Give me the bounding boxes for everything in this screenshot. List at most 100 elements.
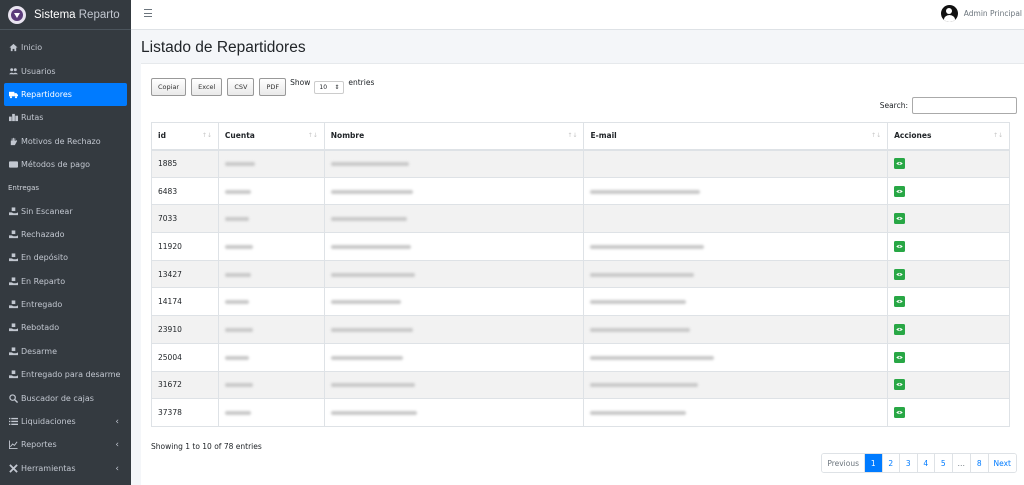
sidebar-item-métodos-de-pago[interactable]: Métodos de pago xyxy=(0,153,131,176)
box-hand-icon xyxy=(8,370,18,379)
sort-icon: ↑↓ xyxy=(871,132,882,139)
sidebar-item-rutas[interactable]: Rutas xyxy=(0,106,131,129)
redacted-text xyxy=(224,189,251,194)
pagination-page[interactable]: 1 xyxy=(864,454,882,472)
cell-acciones xyxy=(887,259,1010,289)
entries-select-value: 10 xyxy=(319,83,328,91)
sidebar-item-en-reparto[interactable]: En Reparto xyxy=(0,270,131,293)
home-icon xyxy=(8,43,18,52)
pagination-page[interactable]: 5 xyxy=(934,454,952,472)
search-input[interactable] xyxy=(912,97,1017,114)
pagination-page[interactable]: 3 xyxy=(899,454,917,472)
table-row: 13427 xyxy=(151,259,1010,289)
sidebar-item-repartidores[interactable]: Repartidores xyxy=(4,82,127,107)
view-button[interactable] xyxy=(894,185,906,197)
sidebar: Sistema Reparto Inicio Usuarios Repartidor… xyxy=(0,0,131,485)
view-button[interactable] xyxy=(894,240,906,252)
table-row: 7033 xyxy=(151,204,1010,234)
sidebar-item-herramientas[interactable]: Herramientas ‹ xyxy=(0,457,131,480)
eye-icon xyxy=(896,355,903,359)
box-hand-icon xyxy=(8,323,18,332)
list-icon xyxy=(8,417,18,426)
page-title: Listado de Repartidores xyxy=(141,39,306,56)
cell-acciones xyxy=(887,204,1010,234)
cell-nombre xyxy=(323,315,585,344)
sidebar-item-rebotado[interactable]: Rebotado xyxy=(0,316,131,339)
view-button[interactable] xyxy=(894,379,906,391)
view-button[interactable] xyxy=(894,158,906,170)
sidebar-item-motivos-de-rechazo[interactable]: Motivos de Rechazo xyxy=(0,130,131,153)
entries-select[interactable]: 10 ⇕ xyxy=(314,80,345,94)
chevron-left-icon: ‹ xyxy=(115,463,119,474)
view-button[interactable] xyxy=(894,407,906,419)
sidebar-item-buscador-de-cajas[interactable]: Buscador de cajas xyxy=(0,386,131,409)
cell-cuenta xyxy=(217,398,325,427)
excel-button[interactable]: Excel xyxy=(191,78,223,96)
pagination-page[interactable]: 8 xyxy=(970,454,988,472)
eye-icon xyxy=(896,300,903,304)
view-button[interactable] xyxy=(894,323,906,335)
sidebar-item-entregado-para-desarme[interactable]: Entregado para desarme xyxy=(0,363,131,386)
column-header-id[interactable]: id ↑↓ xyxy=(151,122,219,151)
sidebar-item-inicio[interactable]: Inicio xyxy=(0,36,131,59)
sidebar-item-usuarios[interactable]: Usuarios xyxy=(0,59,131,82)
box-hand-icon xyxy=(8,277,18,286)
cell-id: 31672 xyxy=(151,370,219,400)
pagination-next[interactable]: Next xyxy=(987,454,1016,472)
cell-cuenta xyxy=(217,342,325,372)
eye-icon xyxy=(896,383,903,387)
pagination-page[interactable]: 2 xyxy=(881,454,900,472)
csv-button[interactable]: CSV xyxy=(227,78,255,96)
sidebar-item-liquidaciones[interactable]: Liquidaciones ‹ xyxy=(0,410,131,433)
pagination: Previous 1 2 3 4 5… 8 Next xyxy=(821,453,1017,473)
redacted-text xyxy=(590,244,705,249)
column-header-nombre[interactable]: Nombre ↑↓ xyxy=(323,122,585,151)
sidebar-section-header: Entregas xyxy=(8,183,40,192)
redacted-text xyxy=(224,355,249,360)
view-button[interactable] xyxy=(894,213,906,225)
column-header-email[interactable]: E-mail ↑↓ xyxy=(583,122,889,151)
cell-email xyxy=(583,259,889,289)
copy-button[interactable]: Copiar xyxy=(151,78,187,96)
cell-email xyxy=(583,315,889,344)
pdf-button[interactable]: PDF xyxy=(259,78,287,96)
cell-id: 7033 xyxy=(151,204,219,234)
sidebar-item-desarme[interactable]: Desarme xyxy=(0,340,131,363)
brand-link[interactable]: Sistema Reparto xyxy=(0,0,131,30)
pagination-page[interactable]: 4 xyxy=(916,454,935,472)
hamburger-menu-icon[interactable] xyxy=(144,9,152,18)
redacted-text xyxy=(590,300,687,305)
redacted-text xyxy=(224,272,251,277)
export-buttons: Copiar Excel CSV PDF Show 10 ⇕ entries xyxy=(151,78,374,96)
view-button[interactable] xyxy=(894,268,906,280)
sidebar-item-reportes[interactable]: Reportes ‹ xyxy=(0,433,131,456)
pagination-previous[interactable]: Previous xyxy=(822,454,865,472)
redacted-text xyxy=(590,327,691,332)
sidebar-item-rechazado[interactable]: Rechazado xyxy=(0,223,131,246)
view-button[interactable] xyxy=(894,296,906,308)
cell-acciones xyxy=(887,370,1010,400)
redacted-text xyxy=(330,355,403,360)
cell-acciones xyxy=(887,398,1010,427)
sort-icon: ↑↓ xyxy=(992,132,1003,139)
box-hand-icon xyxy=(8,230,18,239)
content-card: Copiar Excel CSV PDF Show 10 ⇕ entries S… xyxy=(141,63,1024,485)
table-row: 1885 xyxy=(151,149,1010,178)
eye-icon xyxy=(896,327,903,332)
column-header-cuenta[interactable]: Cuenta ↑↓ xyxy=(217,122,325,151)
view-button[interactable] xyxy=(894,351,906,363)
cell-acciones xyxy=(887,176,1010,206)
sidebar-item-sin-escanear[interactable]: Sin Escanear xyxy=(0,199,131,222)
top-navbar: Admin Principal xyxy=(131,0,1024,30)
sidebar-item-entregado[interactable]: Entregado xyxy=(0,293,131,316)
cell-id: 1885 xyxy=(151,149,219,178)
column-header-acciones[interactable]: Acciones ↑↓ xyxy=(887,122,1010,151)
tools-icon xyxy=(8,464,18,473)
redacted-text xyxy=(330,162,409,167)
sidebar-item-en-depósito[interactable]: En depósito xyxy=(0,246,131,269)
redacted-text xyxy=(330,272,415,277)
cell-cuenta xyxy=(217,149,325,178)
cell-acciones xyxy=(887,149,1010,178)
user-menu[interactable]: Admin Principal xyxy=(940,5,1022,22)
cell-email xyxy=(583,232,889,261)
